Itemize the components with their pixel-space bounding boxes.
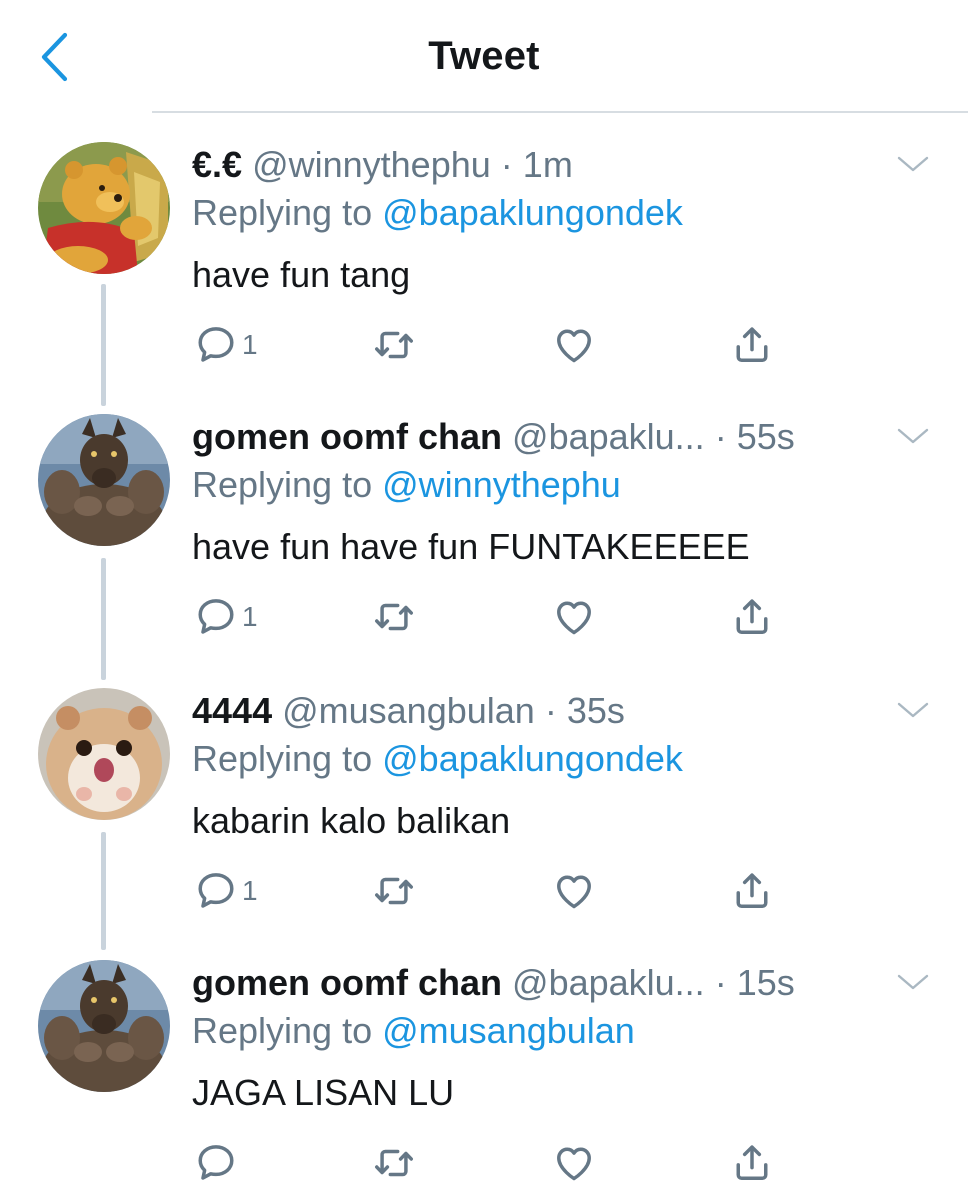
share-icon — [730, 1141, 774, 1185]
heart-icon — [552, 323, 596, 367]
share-button[interactable] — [730, 592, 774, 642]
chevron-down-icon[interactable] — [896, 970, 930, 994]
display-name[interactable]: €.€ — [192, 144, 242, 185]
reply-count: 1 — [242, 601, 258, 632]
tweet-text: JAGA LISAN LU — [192, 1072, 455, 1113]
tweet-actions: 1 — [192, 866, 812, 916]
user-handle[interactable]: @bapaklu... — [512, 416, 705, 457]
share-icon — [730, 869, 774, 913]
tweet-actions: 1 — [192, 320, 812, 370]
tweet-item[interactable]: 4444 @musangbulan · 35s Replying to @bap… — [0, 688, 968, 958]
retweet-button[interactable] — [370, 1138, 418, 1188]
tweet-actions — [192, 1138, 812, 1188]
tweet-header: €.€ @winnythephu · 1m — [192, 142, 573, 188]
heart-icon — [552, 595, 596, 639]
share-icon — [730, 323, 774, 367]
separator-dot: · — [714, 962, 727, 1003]
hamster-avatar-image — [38, 688, 170, 820]
top-bar: Tweet — [0, 0, 968, 113]
retweet-icon — [370, 869, 418, 913]
replying-mention[interactable]: @bapaklungondek — [382, 738, 683, 779]
tweet-item[interactable]: gomen oomf chan @bapaklu... · 55s Replyi… — [0, 414, 968, 684]
thread-line — [101, 832, 106, 950]
reply-count: 1 — [242, 875, 258, 906]
separator-dot: · — [544, 690, 557, 731]
like-button[interactable] — [552, 592, 596, 642]
reply-icon — [194, 595, 238, 639]
display-name[interactable]: gomen oomf chan — [192, 416, 502, 457]
tweet-header: gomen oomf chan @bapaklu... · 55s — [192, 414, 795, 460]
avatar[interactable] — [38, 142, 170, 274]
avatar[interactable] — [38, 688, 170, 820]
thread-line — [101, 284, 106, 406]
chevron-down-icon[interactable] — [896, 424, 930, 448]
replying-mention[interactable]: @winnythephu — [382, 464, 621, 505]
tweet-time: 55s — [736, 416, 795, 457]
chevron-down-icon[interactable] — [896, 152, 930, 176]
tweet-text: have fun have fun FUNTAKEEEEE — [192, 526, 750, 567]
reply-icon — [194, 869, 238, 913]
replying-to: Replying to @bapaklungondek — [192, 190, 683, 236]
replying-to: Replying to @winnythephu — [192, 462, 621, 508]
separator-dot: · — [500, 144, 513, 185]
tweet-time: 35s — [566, 690, 625, 731]
tweet-actions: 1 — [192, 592, 812, 642]
heart-icon — [552, 869, 596, 913]
user-handle[interactable]: @musangbulan — [282, 690, 535, 731]
user-handle[interactable]: @bapaklu... — [512, 962, 705, 1003]
separator-dot: · — [714, 416, 727, 457]
tweet-header: gomen oomf chan @bapaklu... · 15s — [192, 960, 795, 1006]
share-button[interactable] — [730, 320, 774, 370]
pooh-bear-avatar-image — [38, 142, 170, 274]
retweet-button[interactable] — [370, 320, 418, 370]
reply-count: 1 — [242, 329, 258, 360]
like-button[interactable] — [552, 320, 596, 370]
replying-mention[interactable]: @bapaklungondek — [382, 192, 683, 233]
reply-icon — [194, 1141, 238, 1185]
like-button[interactable] — [552, 1138, 596, 1188]
retweet-button[interactable] — [370, 866, 418, 916]
replying-prefix: Replying to — [192, 192, 373, 233]
reply-button[interactable]: 1 — [194, 320, 258, 370]
reply-icon — [194, 323, 238, 367]
retweet-icon — [370, 595, 418, 639]
avatar[interactable] — [38, 960, 170, 1092]
retweet-button[interactable] — [370, 592, 418, 642]
thread-line — [101, 558, 106, 680]
tweet-time: 15s — [736, 962, 795, 1003]
display-name[interactable]: gomen oomf chan — [192, 962, 502, 1003]
werewolf-avatar-image — [38, 414, 170, 546]
tweet-header: 4444 @musangbulan · 35s — [192, 688, 625, 734]
replying-to: Replying to @musangbulan — [192, 1008, 635, 1054]
header-divider — [152, 111, 968, 113]
heart-icon — [552, 1141, 596, 1185]
tweet-text: kabarin kalo balikan — [192, 800, 511, 841]
replying-prefix: Replying to — [192, 464, 373, 505]
werewolf-avatar-image — [38, 960, 170, 1092]
reply-button[interactable]: 1 — [194, 592, 258, 642]
share-button[interactable] — [730, 866, 774, 916]
tweet-item[interactable]: gomen oomf chan @bapaklu... · 15s Replyi… — [0, 960, 968, 1200]
retweet-icon — [370, 1141, 418, 1185]
user-handle[interactable]: @winnythephu — [252, 144, 491, 185]
share-icon — [730, 595, 774, 639]
reply-button[interactable] — [194, 1138, 242, 1188]
replying-prefix: Replying to — [192, 738, 373, 779]
page-title: Tweet — [428, 34, 540, 78]
share-button[interactable] — [730, 1138, 774, 1188]
replying-mention[interactable]: @musangbulan — [382, 1010, 635, 1051]
tweet-time: 1m — [522, 144, 573, 185]
retweet-icon — [370, 323, 418, 367]
chevron-down-icon[interactable] — [896, 698, 930, 722]
like-button[interactable] — [552, 866, 596, 916]
reply-button[interactable]: 1 — [194, 866, 258, 916]
display-name[interactable]: 4444 — [192, 690, 272, 731]
tweet-item[interactable]: €.€ @winnythephu · 1m Replying to @bapak… — [0, 142, 968, 412]
replying-prefix: Replying to — [192, 1010, 373, 1051]
tweet-text: have fun tang — [192, 254, 411, 295]
avatar[interactable] — [38, 414, 170, 546]
replying-to: Replying to @bapaklungondek — [192, 736, 683, 782]
